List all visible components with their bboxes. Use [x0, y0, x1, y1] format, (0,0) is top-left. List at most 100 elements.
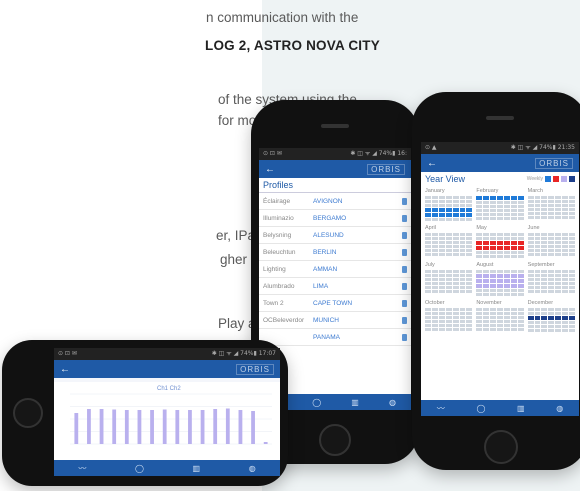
month-name: December [527, 300, 554, 306]
month-january[interactable]: January [425, 188, 473, 221]
month-april[interactable]: April [425, 225, 473, 258]
bar [99, 409, 104, 444]
bar [124, 410, 129, 444]
status-right: ✱ ◫ ᯤ ◢ 74%▮ 17:07 [211, 350, 276, 357]
document-icon[interactable] [402, 282, 407, 290]
profile-name: OCBeleverdor [263, 316, 305, 324]
status-bar: ⊙ ▲ ✱ ◫ ᯤ ◢ 74%▮ 21:35 [421, 142, 579, 154]
document-icon[interactable] [402, 265, 407, 273]
profile-name: Éclairage [263, 197, 291, 205]
month-days [476, 196, 524, 220]
month-name: January [425, 188, 445, 194]
bar [200, 410, 205, 444]
legend-swatch-blue [545, 176, 551, 182]
bar [87, 409, 91, 444]
month-name: April [425, 225, 437, 231]
profile-place: ALESUND [313, 231, 344, 239]
circle-icon[interactable]: ◯ [476, 404, 485, 413]
list-item[interactable]: Alumbrado LIMA [259, 278, 411, 295]
month-days [476, 233, 524, 258]
bar [238, 410, 243, 444]
month-november[interactable]: November [476, 300, 524, 332]
month-december[interactable]: December [527, 300, 575, 332]
document-icon[interactable] [402, 299, 407, 307]
list-item[interactable]: Beleuchtun BERLIN [259, 244, 411, 261]
month-may[interactable]: May [476, 225, 524, 258]
profile-place: MUNICH [313, 316, 339, 324]
bar [188, 410, 192, 444]
bar-chart: Ch1 Ch2 [70, 386, 272, 445]
year-view-header: Year View Weekly [421, 172, 579, 186]
list-item[interactable]: Illuminazio BERGAMO [259, 210, 411, 227]
document-icon[interactable] [402, 333, 407, 341]
month-name: June [527, 225, 540, 231]
home-button [13, 398, 43, 428]
month-name: July [425, 262, 435, 268]
brand-logo: ORBIS [535, 157, 573, 169]
month-july[interactable]: July [425, 262, 473, 296]
month-days [527, 196, 575, 219]
profile-name: Belysning [263, 231, 292, 239]
month-name: September [527, 262, 555, 268]
month-days [425, 233, 473, 256]
month-october[interactable]: October [425, 300, 473, 332]
month-days [425, 270, 473, 293]
chart-line-icon[interactable]: 〰 [437, 403, 445, 414]
document-icon[interactable] [402, 316, 407, 324]
back-arrow-icon[interactable]: ← [265, 164, 275, 175]
month-name: February [476, 188, 499, 194]
status-bar: ⊙ ⊡ ✉ ✱ ◫ ᯤ ◢ 74%▮ 16: [259, 148, 411, 160]
back-arrow-icon[interactable]: ← [427, 158, 437, 169]
document-icon[interactable] [402, 248, 407, 256]
month-name: August [476, 262, 494, 268]
month-name: March [527, 188, 543, 194]
chart-line-icon[interactable]: 〰 [78, 463, 86, 474]
month-august[interactable]: August [476, 262, 524, 296]
bar-chart-icon[interactable]: ▥ [193, 464, 201, 473]
bar-chart-icon[interactable]: ▥ [351, 398, 359, 407]
month-march[interactable]: March [527, 188, 575, 221]
phone-chart-landscape: ⊙ ⊡ ✉ ✱ ◫ ᯤ ◢ 74%▮ 17:07 ← ORBIS Ch1 Ch2… [2, 340, 288, 486]
profile-name: Illuminazio [263, 214, 294, 222]
bar-chart-icon[interactable]: ▥ [517, 404, 525, 413]
globe-icon[interactable]: ◍ [249, 464, 256, 473]
year-view-screen: ⊙ ▲ ✱ ◫ ᯤ ◢ 74%▮ 21:35 ← ORBIS Year View… [421, 142, 579, 416]
bottom-nav: 〰 ◯ ▥ ◍ [54, 460, 280, 476]
brand-logo: ORBIS [236, 363, 274, 375]
profiles-title: Profiles [259, 178, 411, 193]
document-icon[interactable] [402, 197, 407, 205]
month-name: November [476, 300, 502, 306]
profile-place: LIMA [313, 282, 329, 290]
month-june[interactable]: June [527, 225, 575, 258]
globe-icon[interactable]: ◍ [556, 404, 563, 413]
document-icon[interactable] [402, 231, 407, 239]
profile-place: AMMAN [313, 265, 338, 273]
month-days [527, 308, 575, 332]
back-arrow-icon[interactable]: ← [60, 364, 70, 375]
app-bar: ← ORBIS [54, 360, 280, 378]
status-right: ✱ ◫ ᯤ ◢ 74%▮ 21:35 [510, 144, 575, 151]
month-september[interactable]: September [527, 262, 575, 296]
document-icon[interactable] [402, 214, 407, 222]
profile-place: AVIGNON [313, 197, 343, 205]
list-item[interactable]: Belysning ALESUND [259, 227, 411, 244]
app-bar: ← ORBIS [421, 154, 579, 172]
brand-logo: ORBIS [367, 163, 405, 175]
month-days [476, 270, 524, 296]
month-february[interactable]: February [476, 188, 524, 221]
bar [112, 409, 117, 444]
status-left: ⊙ ⊡ ✉ [58, 350, 77, 357]
profile-place: PANAMA [313, 333, 340, 341]
list-item[interactable]: PANAMA [259, 329, 411, 346]
list-item[interactable]: Town 2 CAPE TOWN [259, 295, 411, 312]
list-item[interactable]: Lighting AMMAN [259, 261, 411, 278]
bar [213, 409, 218, 444]
globe-icon[interactable]: ◍ [389, 398, 396, 407]
earpiece [321, 124, 349, 128]
circle-icon[interactable]: ◯ [135, 464, 144, 473]
list-item[interactable]: OCBeleverdor MUNICH [259, 312, 411, 329]
bar [150, 410, 154, 444]
circle-icon[interactable]: ◯ [312, 398, 321, 407]
month-days [527, 233, 575, 256]
list-item[interactable]: Éclairage AVIGNON [259, 193, 411, 210]
